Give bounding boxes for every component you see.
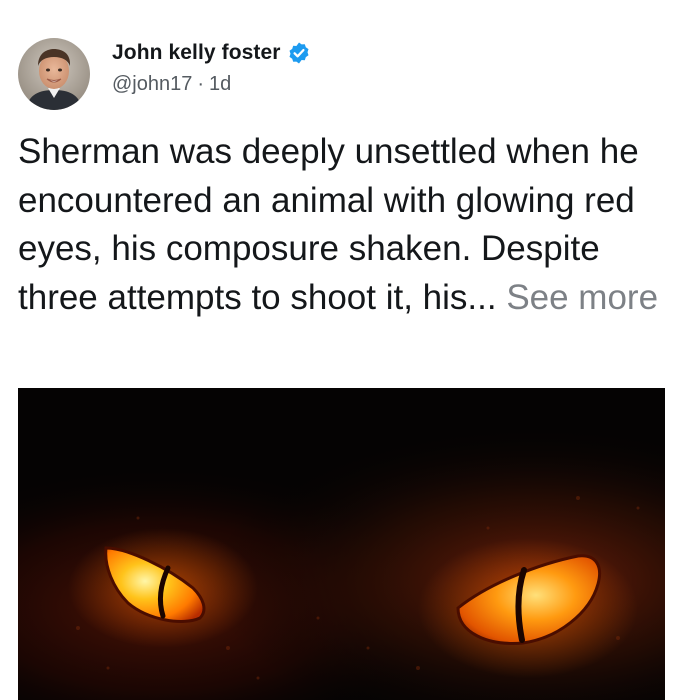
tweet-body: Sherman was deeply unsettled when he enc…: [18, 128, 686, 322]
tweet-media-image[interactable]: [18, 388, 665, 700]
see-more-link[interactable]: See more: [506, 278, 658, 317]
author-display-name[interactable]: John kelly foster: [112, 41, 281, 65]
tweet-timestamp[interactable]: 1d: [209, 73, 231, 95]
meta-row: @john17 · 1d: [112, 73, 311, 96]
avatar-photo-icon: [18, 38, 90, 110]
author-handle[interactable]: @john17: [112, 73, 192, 95]
glowing-eyes-icon: [18, 388, 665, 700]
author-info: John kelly foster @john17 · 1d: [112, 36, 311, 96]
author-avatar[interactable]: [18, 38, 90, 110]
tweet-header: John kelly foster @john17 · 1d: [18, 36, 682, 112]
name-row: John kelly foster: [112, 36, 311, 70]
verified-badge-icon: [287, 41, 311, 65]
meta-separator: ·: [197, 73, 205, 95]
